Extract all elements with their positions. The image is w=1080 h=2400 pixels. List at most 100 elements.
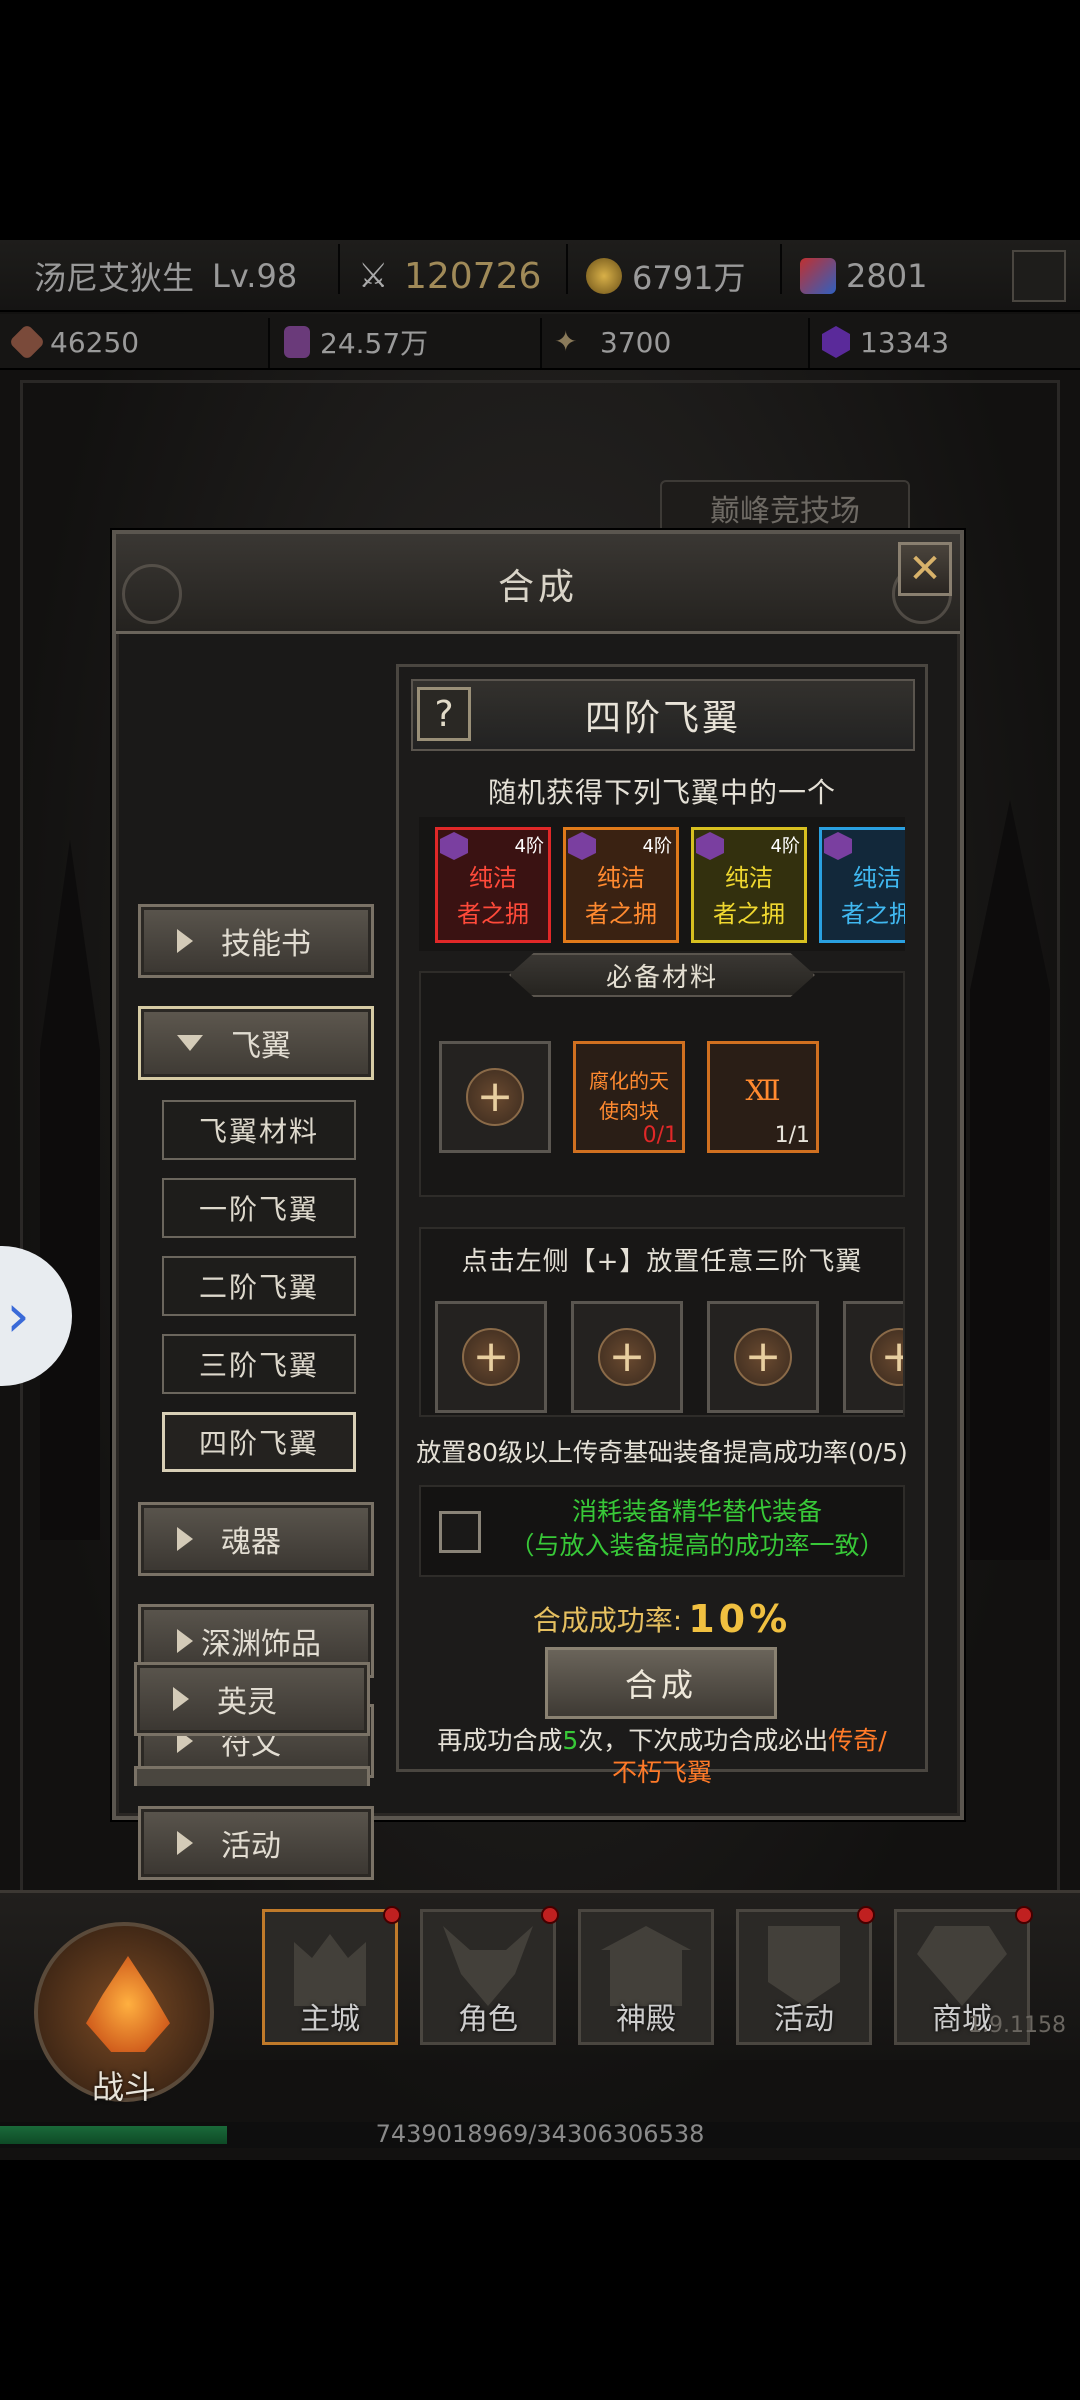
gem-stat[interactable]: 2801: [800, 240, 927, 312]
crystal-shard-icon: [8, 323, 46, 361]
plus-icon: +: [466, 1068, 524, 1126]
chevron-right-icon: ›: [6, 1281, 30, 1351]
nav-temple[interactable]: 神殿: [578, 1909, 714, 2045]
tier3-slot-1[interactable]: +: [435, 1301, 547, 1413]
material-name: Ⅻ: [745, 1074, 781, 1107]
menu-toggle-button[interactable]: [1012, 250, 1066, 302]
battle-label: 战斗: [91, 2068, 156, 2106]
guarantee-text: 再成功合成5次，下次成功合成必出传奇/ 不朽飞翼: [399, 1725, 925, 1789]
gold-stat[interactable]: 6791万: [586, 240, 745, 312]
notification-dot: [857, 1906, 875, 1924]
nav-label: 角色: [458, 2002, 518, 2037]
legendary-hint-text: 放置80级以上传奇基础装备提高成功率(0/5): [416, 1438, 908, 1467]
guarantee-highlight-2: 不朽飞翼: [611, 1758, 712, 1787]
menu-hero-spirit[interactable]: 英灵: [134, 1662, 370, 1736]
wing-name: 纯洁 者之拥: [438, 860, 548, 932]
plus-icon: +: [734, 1328, 792, 1386]
essence-text-line2: （与放入装备提高的成功率一致）: [509, 1531, 885, 1560]
resource-2-value: 24.57万: [320, 327, 429, 360]
wing-name-line1: 纯洁: [853, 864, 901, 892]
resource-2: 24.57万: [284, 314, 428, 370]
wing-name-line2: 者之拥: [713, 900, 785, 928]
guarantee-text-part2: 次，下次成功合成必出: [578, 1726, 829, 1755]
success-rate-row: 合成成功率: 10%: [399, 1597, 925, 1641]
place-hint-text: 点击左侧【+】放置任意三阶飞翼: [461, 1247, 863, 1277]
menu-label: 英灵: [217, 1685, 277, 1720]
nav-main-city[interactable]: 主城: [262, 1906, 401, 2045]
resource-bar: 46250 24.57万 ✦ 3700 13343: [0, 314, 1080, 370]
scroll-icon: [284, 326, 310, 358]
plus-icon: +: [462, 1328, 520, 1386]
gem-value: 2801: [846, 257, 928, 295]
tier3-slot-3[interactable]: +: [707, 1301, 819, 1413]
material-slot-corrupted-flesh[interactable]: 腐化的天使肉块 0/1: [573, 1041, 685, 1153]
player-name: 汤尼艾狄生: [34, 259, 195, 297]
plus-icon: +: [598, 1328, 656, 1386]
wing-card-orange[interactable]: 4阶 纯洁者之拥: [563, 827, 679, 943]
nav-character[interactable]: 角色: [420, 1906, 559, 2045]
essence-text-line1: 消耗装备精华替代装备: [571, 1497, 822, 1526]
wing-name: 纯洁 者之拥: [822, 860, 905, 932]
tier3-slot-row: + + + +: [427, 1301, 903, 1417]
wing-name-line1: 纯洁: [725, 864, 773, 892]
dialog-body: 英灵 四阶飞翼 ? 随机获得下列飞翼中的一个 4阶 纯洁 者之拥 4阶 纯洁 者之拥…: [112, 530, 964, 1820]
tier3-slot-4[interactable]: +: [843, 1301, 903, 1413]
essence-option-text: 消耗装备精华替代装备 （与放入装备提高的成功率一致）: [487, 1495, 907, 1563]
player-status-bar: 汤尼艾狄生 Lv.98 ⚔ 120726 6791万 2801: [0, 240, 1080, 312]
wing-name: 纯洁 者之拥: [566, 860, 676, 932]
required-materials-label: 必备材料: [509, 953, 815, 997]
material-name-line2: 使肉块: [599, 1099, 659, 1123]
recipe-title: 四阶飞翼: [411, 679, 915, 751]
gold-coins-icon: [586, 258, 622, 294]
purple-gem-icon: [822, 326, 850, 358]
wing-card-blue[interactable]: 4 纯洁者之拥: [819, 827, 905, 943]
wing-name-line1: 纯洁: [469, 864, 517, 892]
flame-icon: [86, 1956, 170, 2052]
recipe-panel: 四阶飞翼 ? 随机获得下列飞翼中的一个 4阶 纯洁 者之拥 4阶 纯洁 者之拥 4阶…: [396, 664, 928, 1787]
wing-name: 纯洁 者之拥: [694, 860, 804, 932]
wing-name-line2: 者之拥: [457, 900, 529, 928]
random-reward-text: 随机获得下列飞翼中的一个: [487, 776, 836, 809]
exp-progress-bar: 7439018969/34306306538: [0, 2120, 1080, 2148]
arena-sign[interactable]: 巅峰竞技场: [660, 480, 910, 536]
wing-card-yellow[interactable]: 4阶 纯洁者之拥: [691, 827, 807, 943]
essence-checkbox[interactable]: [439, 1511, 481, 1553]
notification-dot: [383, 1906, 401, 1924]
menu-label: 活动: [221, 1829, 281, 1864]
gem-icon: [800, 258, 836, 294]
material-slot-wing[interactable]: +: [439, 1041, 551, 1153]
success-rate-value: 10%: [688, 1597, 792, 1641]
version-text: 1.9.1158: [968, 2013, 1066, 2038]
tier3-slot-2[interactable]: +: [571, 1301, 683, 1413]
wing-badge-icon: [568, 832, 596, 860]
wing-card-red[interactable]: 4阶 纯洁 者之拥: [435, 827, 551, 943]
wing-tier: 4阶: [770, 836, 800, 857]
wing-tier: 4阶: [642, 836, 672, 857]
synthesize-button[interactable]: 合成: [545, 1647, 777, 1719]
nav-label: 活动: [774, 2002, 834, 2037]
material-count: 1/1: [774, 1123, 810, 1148]
wing-name-line2: 者之拥: [585, 900, 657, 928]
guarantee-highlight-1: 传奇/: [828, 1726, 887, 1755]
material-count: 0/1: [642, 1123, 678, 1148]
gold-value: 6791万: [632, 259, 746, 297]
power-stat: ⚔ 120726: [358, 240, 541, 312]
plus-icon: +: [870, 1328, 903, 1386]
notification-dot: [541, 1906, 559, 1924]
player-level: Lv.98: [212, 257, 298, 295]
battle-button[interactable]: 战斗: [34, 1922, 214, 2106]
triangle-right-icon: [177, 1831, 193, 1855]
triangle-right-icon: [173, 1687, 189, 1711]
crossed-swords-icon: ⚔: [358, 256, 389, 296]
guarantee-count: 5: [562, 1726, 579, 1755]
material-slot-roman-xii[interactable]: Ⅻ 1/1: [707, 1041, 819, 1153]
wing-badge-icon: [440, 832, 468, 860]
material-name-line1: 腐化的天: [589, 1069, 669, 1093]
wing-name-line1: 纯洁: [597, 864, 645, 892]
help-button[interactable]: ?: [417, 687, 471, 741]
nav-activity[interactable]: 活动: [736, 1906, 875, 2045]
wing-badge-icon: [696, 832, 724, 860]
resource-3-value: 3700: [600, 325, 672, 359]
resource-1: 46250: [8, 314, 140, 370]
resource-1-value: 46250: [50, 325, 140, 359]
